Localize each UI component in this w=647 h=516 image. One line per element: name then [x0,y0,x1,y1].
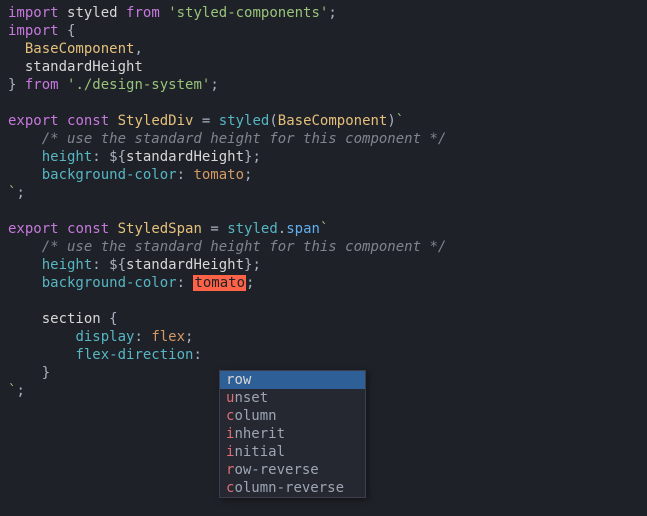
code-line: /* use the standard height for this comp… [8,238,647,256]
code-line: `; [8,184,647,202]
autocomplete-item[interactable]: column-reverse [220,479,365,497]
code-line: height: ${standardHeight}; [8,148,647,166]
highlighted-token: tomato [193,275,246,291]
code-line: standardHeight [8,58,647,76]
code-line: export const StyledDiv = styled(BaseComp… [8,112,647,130]
code-editor[interactable]: import styled from 'styled-components'; … [8,4,647,400]
code-line: section { [8,310,647,328]
code-line [8,94,647,112]
autocomplete-item[interactable]: initial [220,443,365,461]
code-line: background-color: tomato; [8,274,647,292]
code-line: import styled from 'styled-components'; [8,4,647,22]
autocomplete-popup[interactable]: rowunsetcolumninheritinitialrow-reversec… [219,370,366,498]
code-line: background-color: tomato; [8,166,647,184]
code-line: height: ${standardHeight}; [8,256,647,274]
code-line: flex-direction: [8,346,647,364]
autocomplete-item[interactable]: row-reverse [220,461,365,479]
autocomplete-item[interactable]: unset [220,389,365,407]
autocomplete-item[interactable]: column [220,407,365,425]
code-line: import { [8,22,647,40]
code-line: BaseComponent, [8,40,647,58]
code-line: } from './design-system'; [8,76,647,94]
code-line: export const StyledSpan = styled.span` [8,220,647,238]
autocomplete-item[interactable]: inherit [220,425,365,443]
code-line [8,202,647,220]
autocomplete-item[interactable]: row [220,371,365,389]
code-line: display: flex; [8,328,647,346]
code-line [8,292,647,310]
code-line: /* use the standard height for this comp… [8,130,647,148]
